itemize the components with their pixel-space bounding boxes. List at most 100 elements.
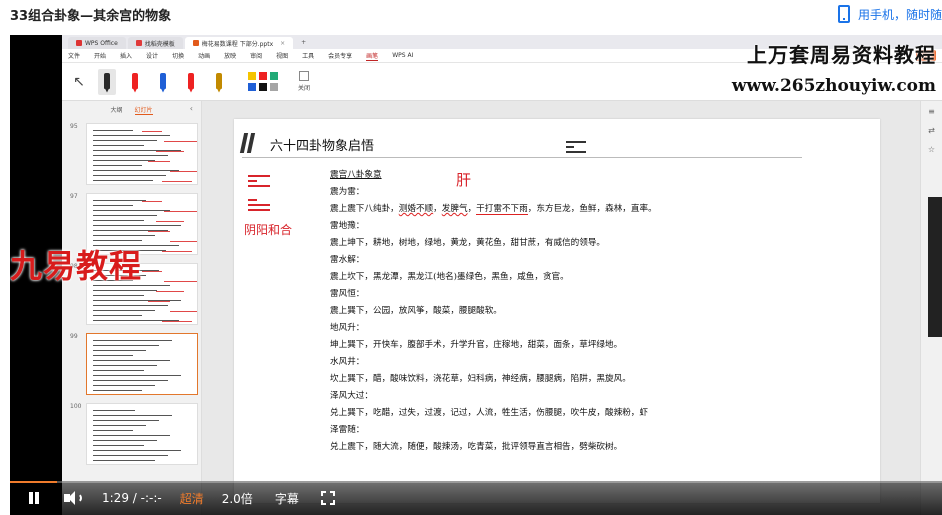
- fullscreen-icon[interactable]: [320, 491, 335, 505]
- text-fragment: 震上坤下，耕地，树地，绿地，黄龙，黄花鱼，甜甘蔗，有威信的领导。: [330, 238, 606, 248]
- wps-logo-icon: [76, 40, 82, 46]
- format-icon[interactable]: ≡: [921, 107, 942, 116]
- wps-window: WPS Office 找稻壳模板 梅花易数课程 下部分.pptx × + 文件 开始…: [62, 35, 942, 515]
- progress-bar[interactable]: [10, 481, 942, 483]
- close-pen-icon: [299, 71, 309, 81]
- text-fragment: 兑上震下，随大流，随便，酸辣汤，吃青菜，批评领导直言相告，劈柴砍树。: [330, 442, 623, 452]
- pen-icon: [104, 72, 110, 89]
- wps-tab-templates[interactable]: 找稻壳模板: [127, 37, 183, 49]
- pen-tool-red[interactable]: [126, 69, 144, 95]
- pen-tool-blue[interactable]: [154, 69, 172, 95]
- quality-button[interactable]: 超清: [180, 490, 204, 507]
- text-fragment: 坤上巽下，开快车，腹部手术，升学升官，庄稼地，甜菜，面条，草坪绿地。: [330, 340, 623, 350]
- select-cursor-tool[interactable]: ↖: [70, 69, 88, 95]
- thumbnail-preview: [86, 333, 198, 395]
- highlighter-tool-yellow[interactable]: [210, 69, 228, 95]
- menu-item[interactable]: 会员专享: [328, 51, 352, 60]
- thumbnail-preview: [86, 123, 198, 185]
- watermark-title: 上万套周易资料教程: [747, 43, 936, 67]
- new-tab-button[interactable]: +: [295, 37, 312, 49]
- color-swatch[interactable]: [248, 83, 256, 91]
- star-icon[interactable]: ☆: [921, 145, 942, 154]
- right-panel-handle[interactable]: [928, 197, 942, 337]
- progress-fill: [10, 481, 57, 483]
- slide-text-line: 震上坎下，黑龙潭，黑龙江(地名)墨绿色，黑鱼，咸鱼，贪官。: [330, 269, 870, 286]
- color-swatch[interactable]: [259, 72, 267, 80]
- slide-subheading: 雷地豫：: [330, 221, 365, 231]
- text-fragment: 震上巽下，公园，放风筝，酸菜，腰腿酸软。: [330, 306, 502, 316]
- menu-item[interactable]: 画笔: [366, 51, 379, 61]
- pen-icon: [132, 72, 138, 89]
- text-fragment: 测婚不顺: [398, 204, 434, 214]
- handwritten-gua-name: 阴阳和合: [244, 223, 293, 237]
- text-fragment: ，: [467, 204, 477, 214]
- handwritten-trigram-right: [566, 141, 586, 153]
- slide-text-line: 坤上巽下，开快车，腹部手术，升学升官，庄稼地，甜菜，面条，草坪绿地。: [330, 337, 870, 354]
- text-fragment: ，: [433, 204, 442, 214]
- color-swatch[interactable]: [270, 72, 278, 80]
- video-player[interactable]: WPS Office 找稻壳模板 梅花易数课程 下部分.pptx × + 文件 开始…: [10, 35, 942, 515]
- video-controls: 1:29 / -:-:- 超清 2.0倍 字幕: [10, 481, 942, 515]
- slide-subheading: 水风井：: [330, 357, 365, 367]
- slide-subheading: 地风升：: [330, 323, 365, 333]
- text-fragment: 发脾气: [441, 204, 468, 214]
- sidebar-tabs: 大纲 幻灯片: [62, 101, 201, 115]
- text-fragment: 干打雷不下雨: [476, 204, 528, 215]
- slide-number: 99: [70, 333, 78, 340]
- subtitles-button[interactable]: 字幕: [275, 490, 299, 507]
- thumbnail-preview: [86, 403, 198, 465]
- close-tab-icon[interactable]: ×: [280, 40, 285, 47]
- menu-item[interactable]: 插入: [120, 51, 132, 60]
- wps-tab-home[interactable]: WPS Office: [68, 37, 126, 49]
- ppt-icon: [192, 40, 199, 46]
- page-header: 33组合卦象—其余宫的物象 用手机，随时随: [0, 0, 942, 30]
- wps-tab-document[interactable]: 梅花易数课程 下部分.pptx ×: [184, 37, 294, 49]
- menu-item[interactable]: 动画: [198, 51, 210, 60]
- menu-item[interactable]: 文件: [68, 51, 80, 60]
- slide-body: 震宫八卦象意 震为雷： 震上震下八纯卦，测婚不顺，发脾气，干打雷不下雨，东方巨龙，鱼…: [330, 167, 870, 456]
- collapse-sidebar-icon[interactable]: ‹: [190, 104, 193, 113]
- tab-slides[interactable]: 幻灯片: [134, 105, 153, 115]
- slide-canvas[interactable]: 六十四卦物象启悟 阴阳和合 肝 震宫八卦象意 震为雷： 震上震下八纯卦，测婚不顺，发…: [234, 119, 880, 503]
- text-fragment: 坎上巽下，醋，酸味饮料，浇花草，妇科病，神经病，腰腿病，陷阱，黑旋风。: [330, 374, 631, 384]
- tab-label: WPS Office: [85, 39, 118, 47]
- color-swatch[interactable]: [270, 83, 278, 91]
- menu-item[interactable]: WPS AI: [392, 52, 413, 59]
- slide-text-line: 兑上震下，随大流，随便，酸辣汤，吃青菜，批评领导直言相告，劈柴砍树。: [330, 439, 870, 456]
- highlighter-icon: [216, 72, 222, 89]
- heading-accent: [239, 133, 256, 153]
- text-fragment: 震上坎下，黑龙潭，黑龙江(地名)墨绿色，黑鱼，咸鱼，贪官。: [330, 272, 569, 282]
- slide-heading: 六十四卦物象启悟: [270, 139, 375, 154]
- color-swatch[interactable]: [259, 83, 267, 91]
- slide-number: 100: [70, 403, 82, 410]
- menu-item[interactable]: 工具: [302, 51, 314, 60]
- highlighter-tool-red[interactable]: [182, 69, 200, 95]
- volume-icon[interactable]: [64, 490, 82, 506]
- pause-icon[interactable]: [26, 490, 42, 506]
- tab-label: 梅花易数课程 下部分.pptx: [201, 40, 274, 48]
- pen-icon: [160, 72, 166, 89]
- pen-tool-black[interactable]: [98, 68, 116, 95]
- handwritten-trigram-upper: [248, 175, 270, 187]
- menu-item[interactable]: 放映: [224, 51, 236, 60]
- menu-item[interactable]: 开始: [94, 51, 106, 60]
- close-pen-button[interactable]: 关闭: [298, 71, 310, 92]
- watermark-right: 上万套周易资料教程 www.265zhouyiw.com: [732, 39, 936, 96]
- slide-text-line: 坎上巽下，醋，酸味饮料，浇花草，妇科病，神经病，腰腿病，陷阱，黑旋风。: [330, 371, 870, 388]
- watermark-url: www.265zhouyiw.com: [731, 76, 936, 96]
- speed-button[interactable]: 2.0倍: [222, 490, 253, 507]
- menu-item[interactable]: 设计: [146, 51, 158, 60]
- slide-text-line: 震上震下八纯卦，测婚不顺，发脾气，干打雷不下雨，东方巨龙，鱼鲜，森林，直率。: [330, 201, 870, 218]
- tab-outline[interactable]: 大纲: [110, 105, 122, 115]
- color-swatches: [248, 72, 278, 91]
- menu-item[interactable]: 视图: [276, 51, 288, 60]
- mobile-watch-link[interactable]: 用手机，随时随: [837, 5, 942, 23]
- text-fragment: 兑上巽下，吃醋，过失，过渡，记过，人流，牲生活，伤腰腿，吹牛皮，酸辣粉，虾: [330, 408, 648, 418]
- template-icon: [135, 40, 142, 46]
- page-title: 33组合卦象—其余宫的物象: [10, 9, 172, 24]
- color-swatch[interactable]: [248, 72, 256, 80]
- adjust-icon[interactable]: ⇄: [921, 126, 942, 135]
- menu-item[interactable]: 审阅: [250, 51, 262, 60]
- menu-item[interactable]: 切换: [172, 51, 184, 60]
- close-pen-label: 关闭: [298, 85, 311, 92]
